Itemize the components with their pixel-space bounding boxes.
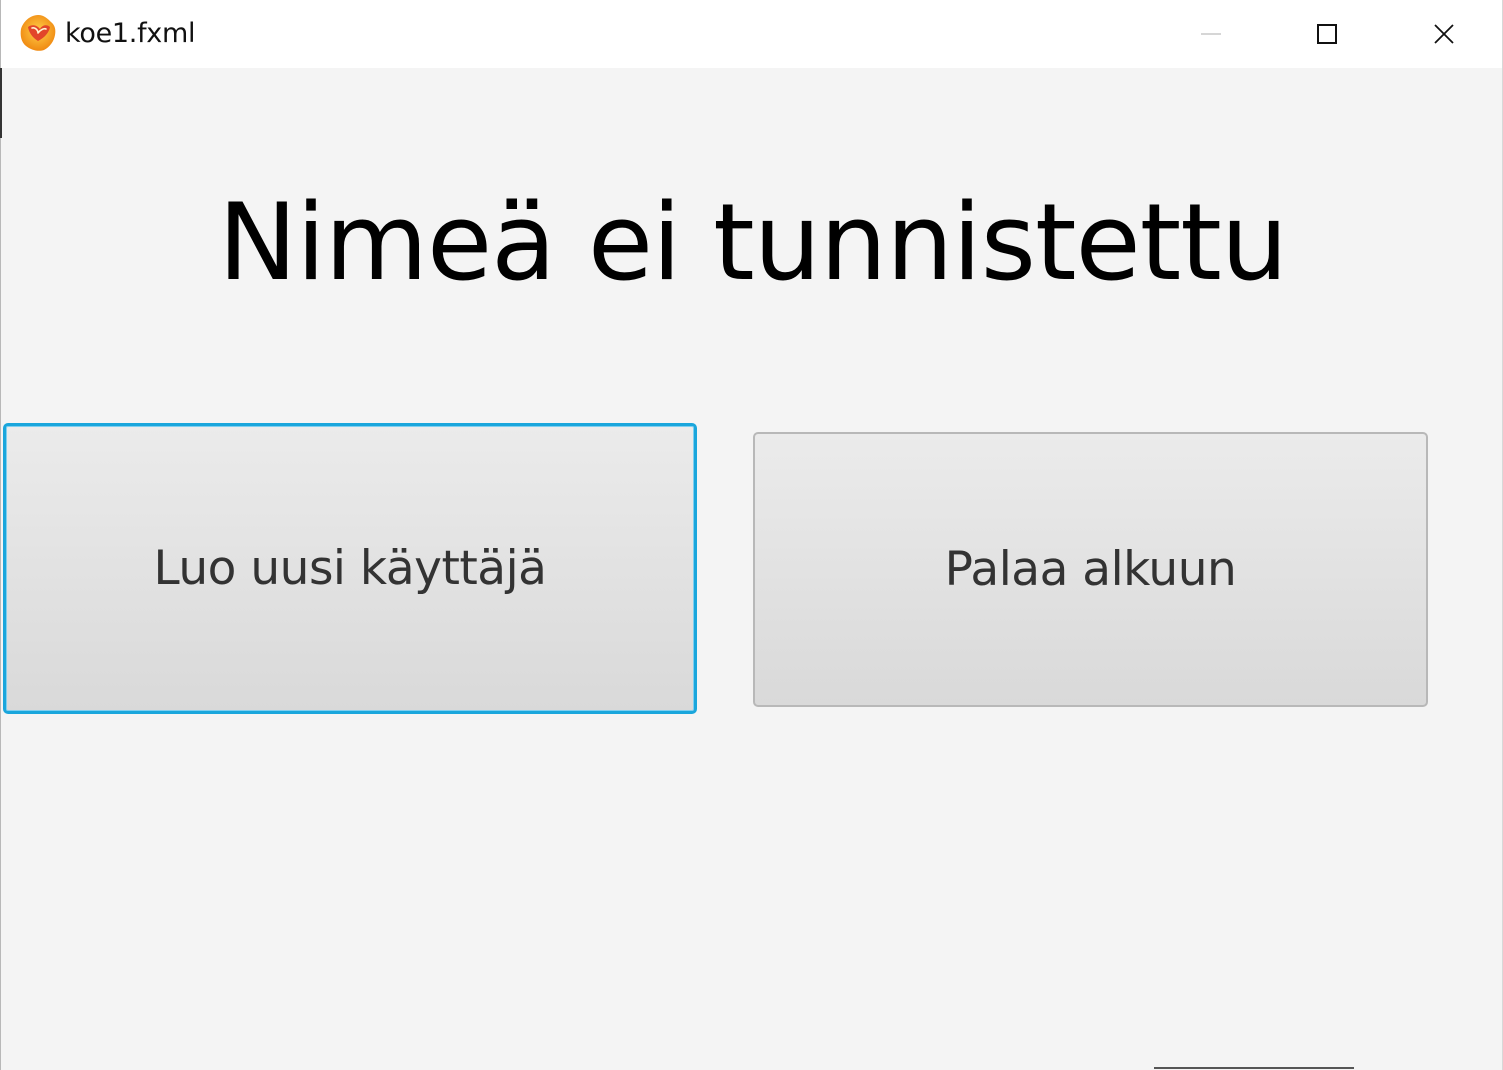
create-user-button[interactable]: Luo uusi käyttäjä	[3, 423, 697, 714]
create-user-button-label: Luo uusi käyttäjä	[153, 541, 547, 596]
back-to-start-button-label: Palaa alkuun	[944, 542, 1237, 597]
app-logo-icon	[18, 13, 58, 53]
bottom-divider	[1154, 1067, 1354, 1069]
minimize-icon	[1201, 33, 1221, 35]
minimize-button[interactable]	[1153, 0, 1269, 68]
window-title: koe1.fxml	[65, 18, 196, 49]
page-heading: Nimeä ei tunnistettu	[217, 181, 1288, 304]
close-button[interactable]	[1386, 0, 1502, 68]
title-bar[interactable]: koe1.fxml	[1, 0, 1502, 68]
window-edge-marker	[0, 68, 2, 138]
back-to-start-button[interactable]: Palaa alkuun	[753, 432, 1428, 707]
app-window: koe1.fxml Nimeä ei tunnistettu Luo uusi …	[0, 0, 1503, 1070]
maximize-icon	[1317, 24, 1337, 44]
close-icon	[1434, 24, 1454, 44]
maximize-button[interactable]	[1269, 0, 1385, 68]
